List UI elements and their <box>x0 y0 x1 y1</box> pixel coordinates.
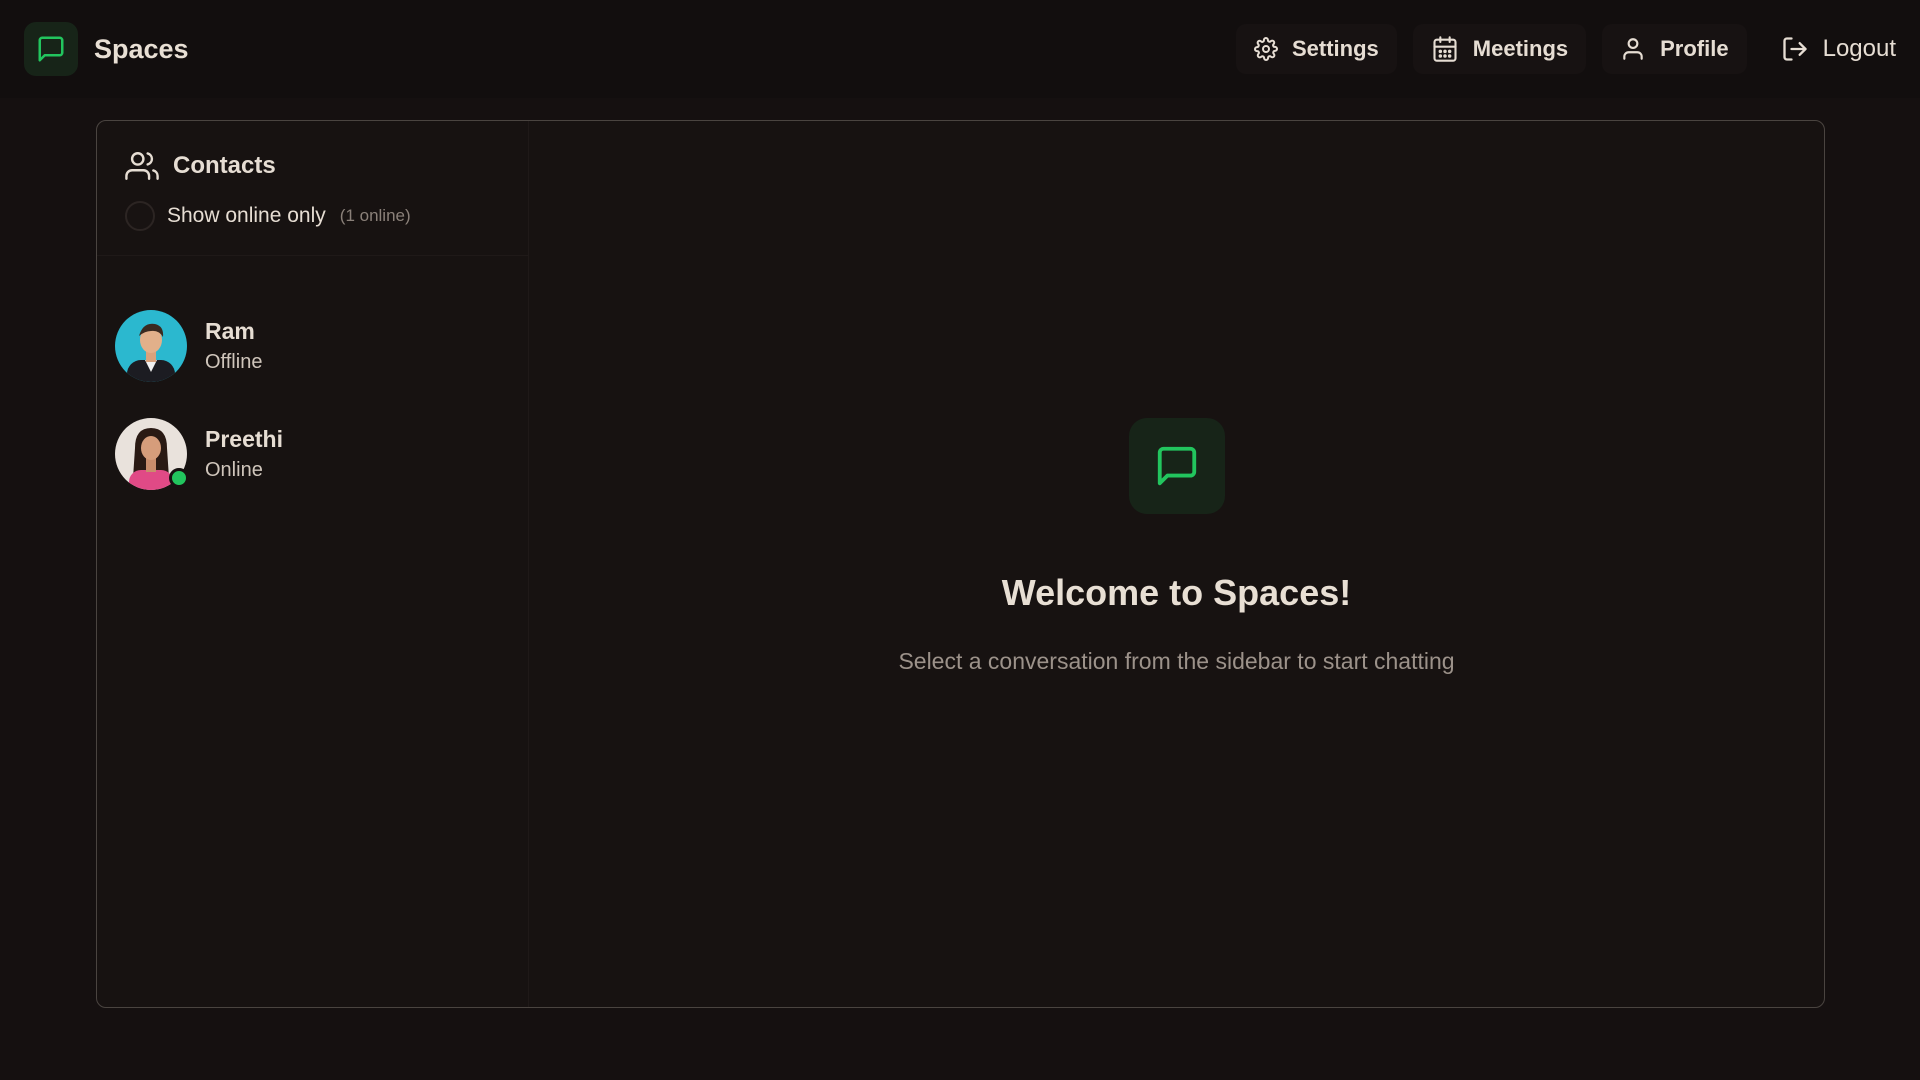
sidebar-header: Contacts Show online only (1 online) <box>97 121 528 256</box>
avatar <box>115 418 189 490</box>
gear-icon <box>1254 37 1278 61</box>
users-icon <box>125 152 159 180</box>
main-card: Contacts Show online only (1 online) Ram… <box>96 120 1825 1008</box>
contact-name: Preethi <box>205 426 283 452</box>
contact-info: Preethi Online <box>205 426 283 482</box>
meetings-label: Meetings <box>1472 36 1569 61</box>
contact-status: Offline <box>205 351 263 373</box>
welcome-subtitle: Select a conversation from the sidebar t… <box>898 648 1455 674</box>
online-count: (1 online) <box>339 206 411 225</box>
contact-info: Ram Offline <box>205 318 262 374</box>
brand[interactable]: Spaces <box>24 22 189 76</box>
message-square-icon <box>24 22 78 76</box>
top-navbar: Spaces Settings Meetings Profile Logout <box>0 0 1920 98</box>
chat-area: Welcome to Spaces! Select a conversation… <box>529 121 1824 1007</box>
logout-label: Logout <box>1822 35 1896 62</box>
contact-item-ram[interactable]: Ram Offline <box>97 292 528 400</box>
meetings-button[interactable]: Meetings <box>1412 24 1587 74</box>
logout-button[interactable]: Logout <box>1763 24 1896 74</box>
contacts-sidebar: Contacts Show online only (1 online) Ram… <box>97 121 529 1007</box>
settings-label: Settings <box>1291 36 1379 61</box>
contacts-title: Contacts <box>125 149 500 183</box>
logout-icon <box>1782 37 1807 61</box>
nav-actions: Settings Meetings Profile Logout <box>1235 24 1896 74</box>
calendar-icon <box>1433 36 1457 62</box>
profile-button[interactable]: Profile <box>1602 24 1747 74</box>
contacts-heading: Contacts <box>173 152 276 179</box>
contact-item-preethi[interactable]: Preethi Online <box>97 400 528 508</box>
online-only-label[interactable]: Show online only <box>167 204 326 228</box>
message-square-icon <box>1128 418 1225 514</box>
profile-label: Profile <box>1660 36 1729 61</box>
app-name: Spaces <box>94 33 189 64</box>
user-icon <box>1623 38 1643 60</box>
settings-button[interactable]: Settings <box>1235 24 1397 74</box>
online-filter: Show online only (1 online) <box>125 201 500 231</box>
avatar <box>115 310 187 382</box>
contact-list: Ram Offline Preethi Online <box>97 256 528 508</box>
welcome-title: Welcome to Spaces! <box>1001 572 1352 613</box>
online-only-checkbox[interactable] <box>125 201 155 231</box>
online-indicator <box>169 468 189 488</box>
contact-name: Ram <box>205 318 255 344</box>
contact-status: Online <box>205 459 263 481</box>
